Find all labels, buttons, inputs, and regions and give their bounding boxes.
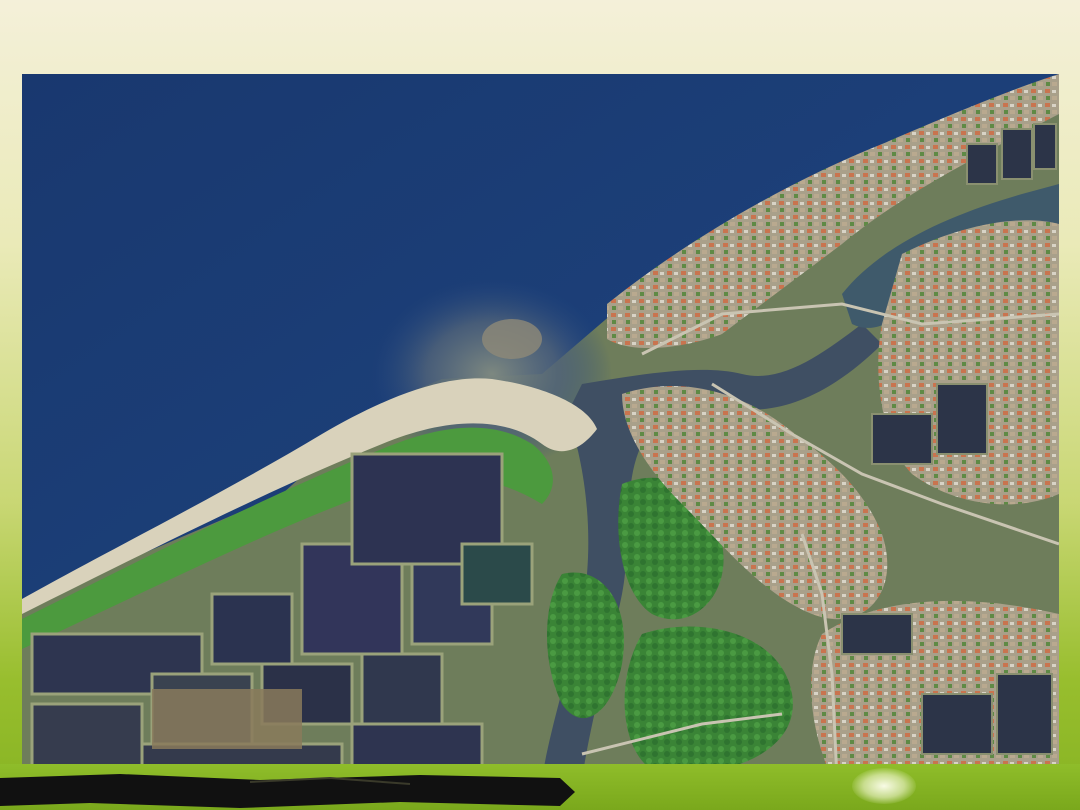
bare-land [152,689,302,749]
satellite-photo-svg [22,74,1059,779]
satellite-photo [22,74,1059,779]
sandbar [482,319,542,359]
brush-stroke-decoration [0,774,575,808]
light-glow [852,768,916,804]
